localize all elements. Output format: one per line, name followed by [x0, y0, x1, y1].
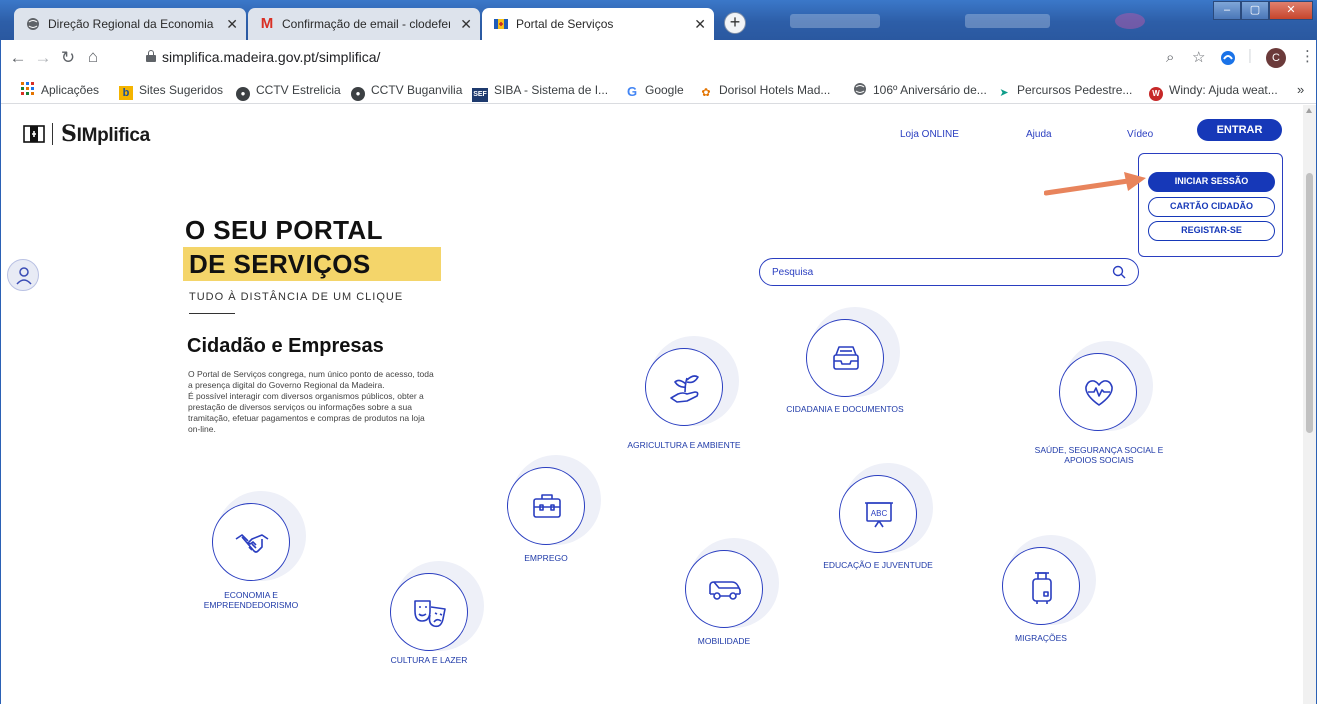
profile-avatar[interactable]: C — [1266, 48, 1286, 68]
bookmark-sites-sugeridos[interactable]: b Sites Sugeridos — [119, 82, 223, 100]
madeira-flag-icon — [23, 123, 45, 145]
cartao-cidadao-button[interactable]: CARTÃO CIDADÃO — [1148, 197, 1275, 217]
globe-icon — [853, 82, 867, 96]
bookmarks-overflow-button[interactable]: » — [1297, 82, 1304, 98]
search-box[interactable] — [759, 258, 1139, 286]
nav-ajuda[interactable]: Ajuda — [1026, 129, 1052, 140]
maximize-icon[interactable]: ▢ — [1241, 1, 1269, 20]
nav-loja-online[interactable]: Loja ONLINE — [900, 129, 959, 140]
tab-portal-servicos[interactable]: Portal de Serviços ✕ — [482, 8, 714, 40]
madeira-flag-icon — [494, 17, 508, 31]
minimize-icon[interactable]: ‒ — [1213, 1, 1241, 20]
gmail-icon: M — [260, 15, 274, 32]
camera-icon: ● — [351, 87, 365, 101]
page-scrollbar[interactable] — [1303, 105, 1316, 704]
scroll-up-icon[interactable] — [1306, 108, 1312, 113]
site-logo[interactable]: SIMplifica — [23, 121, 150, 147]
pointer-arrow-icon — [1044, 172, 1146, 196]
tab-strip: Direção Regional da Economia e ✕ M Confi… — [0, 0, 1317, 40]
new-tab-button[interactable]: + — [724, 12, 746, 34]
home-icon[interactable]: ⌂ — [83, 48, 103, 66]
bookmark-cctv-buganvilia[interactable]: ● CCTV Buganvilia — [351, 82, 462, 101]
windy-icon: W — [1149, 87, 1163, 101]
scrollbar-thumb[interactable] — [1306, 173, 1313, 433]
address-bar[interactable]: simplifica.madeira.gov.pt/simplifica/ — [162, 49, 380, 65]
reload-icon[interactable]: ↻ — [58, 49, 78, 67]
entrar-button[interactable]: ENTRAR — [1197, 119, 1282, 141]
handshake-icon — [235, 534, 269, 553]
camera-icon: ● — [236, 87, 250, 101]
section-paragraph: O Portal de Serviços congrega, num único… — [188, 369, 434, 390]
presentation-board-icon: ABC — [865, 502, 893, 528]
hero-title-line2: DE SERVIÇOS — [189, 249, 371, 279]
sef-icon: SEF — [472, 88, 488, 102]
person-icon — [16, 267, 32, 285]
theater-masks-icon — [414, 600, 446, 628]
menu-dots-icon[interactable]: ⋮ — [1300, 49, 1315, 65]
section-paragraph: É possível interagir com diversos organi… — [188, 391, 425, 434]
bookmark-siba[interactable]: SEF SIBA - Sistema de I... — [472, 82, 608, 102]
window-controls: ‒ ▢ ✕ — [1213, 1, 1313, 21]
apps-grid-icon — [21, 82, 35, 96]
blurred-tab — [965, 14, 1050, 28]
trail-icon: ➤ — [999, 87, 1009, 99]
section-description: O Portal de Serviços congrega, num único… — [188, 369, 438, 435]
registar-button[interactable]: REGISTAR-SE — [1148, 221, 1275, 241]
bookmarks-bar: Aplicações b Sites Sugeridos ● CCTV Estrel… — [1, 76, 1316, 104]
bookmark-aplicacoes[interactable]: Aplicações — [21, 82, 99, 98]
bookmark-aniversario[interactable]: 106º Aniversário de... — [853, 82, 987, 98]
login-dropdown: INICIAR SESSÃO CARTÃO CIDADÃO REGISTAR-S… — [1138, 153, 1283, 257]
lock-icon[interactable] — [146, 50, 156, 62]
google-icon: G — [626, 84, 638, 99]
dorisol-icon: ✿ — [701, 87, 711, 99]
accessibility-tab[interactable] — [7, 259, 39, 291]
bookmark-dorisol[interactable]: ✿ Dorisol Hotels Mad... — [699, 82, 830, 100]
hero-divider — [189, 313, 235, 314]
section-title: Cidadão e Empresas — [187, 335, 384, 357]
logo-separator — [52, 123, 53, 145]
zoom-icon[interactable]: ⌕ — [1166, 50, 1174, 66]
tab-direcao-regional[interactable]: Direção Regional da Economia e ✕ — [14, 8, 246, 40]
forward-arrow-icon[interactable]: → — [33, 49, 53, 67]
luggage-icon — [1032, 572, 1052, 604]
hero-title-line1: O SEU PORTAL — [185, 215, 383, 245]
globe-icon — [26, 17, 40, 31]
bookmark-percursos[interactable]: ➤ Percursos Pedestre... — [997, 82, 1132, 100]
tab-close-icon[interactable]: ✕ — [460, 8, 472, 40]
portal-page: SIMplifica Loja ONLINE Ajuda Vídeo ENTRA… — [1, 105, 1303, 704]
hero-subtitle: TUDO À DISTÂNCIA DE UM CLIQUE — [189, 291, 404, 303]
blurred-tab — [790, 14, 880, 28]
toolbar-separator: | — [1248, 47, 1252, 64]
search-icon[interactable] — [1112, 265, 1126, 279]
tab-close-icon[interactable]: ✕ — [226, 8, 238, 40]
back-arrow-icon[interactable]: ← — [8, 49, 28, 67]
close-window-icon[interactable]: ✕ — [1269, 1, 1313, 20]
nav-video[interactable]: Vídeo — [1127, 129, 1153, 140]
svg-text:ABC: ABC — [871, 509, 888, 518]
document-tray-icon — [833, 346, 859, 370]
bookmark-windy[interactable]: W Windy: Ajuda weat... — [1149, 82, 1278, 101]
brand-name: SIMplifica — [61, 121, 150, 147]
tab-close-icon[interactable]: ✕ — [694, 8, 706, 40]
briefcase-icon — [533, 494, 561, 518]
blurred-avatar — [1115, 13, 1145, 29]
bing-icon: b — [119, 86, 133, 100]
tab-confirmacao-email[interactable]: M Confirmação de email - clodefer ✕ — [248, 8, 480, 40]
search-input[interactable] — [772, 263, 1092, 281]
extension-icon[interactable] — [1220, 50, 1236, 70]
bookmark-star-icon[interactable]: ☆ — [1192, 50, 1205, 66]
bookmark-google[interactable]: G Google — [625, 82, 684, 99]
heart-pulse-icon — [1085, 380, 1113, 406]
iniciar-sessao-button[interactable]: INICIAR SESSÃO — [1148, 172, 1275, 192]
car-icon — [709, 581, 741, 600]
bookmark-cctv-estrelicia[interactable]: ● CCTV Estrelicia — [236, 82, 341, 101]
plant-hand-icon — [670, 375, 699, 403]
